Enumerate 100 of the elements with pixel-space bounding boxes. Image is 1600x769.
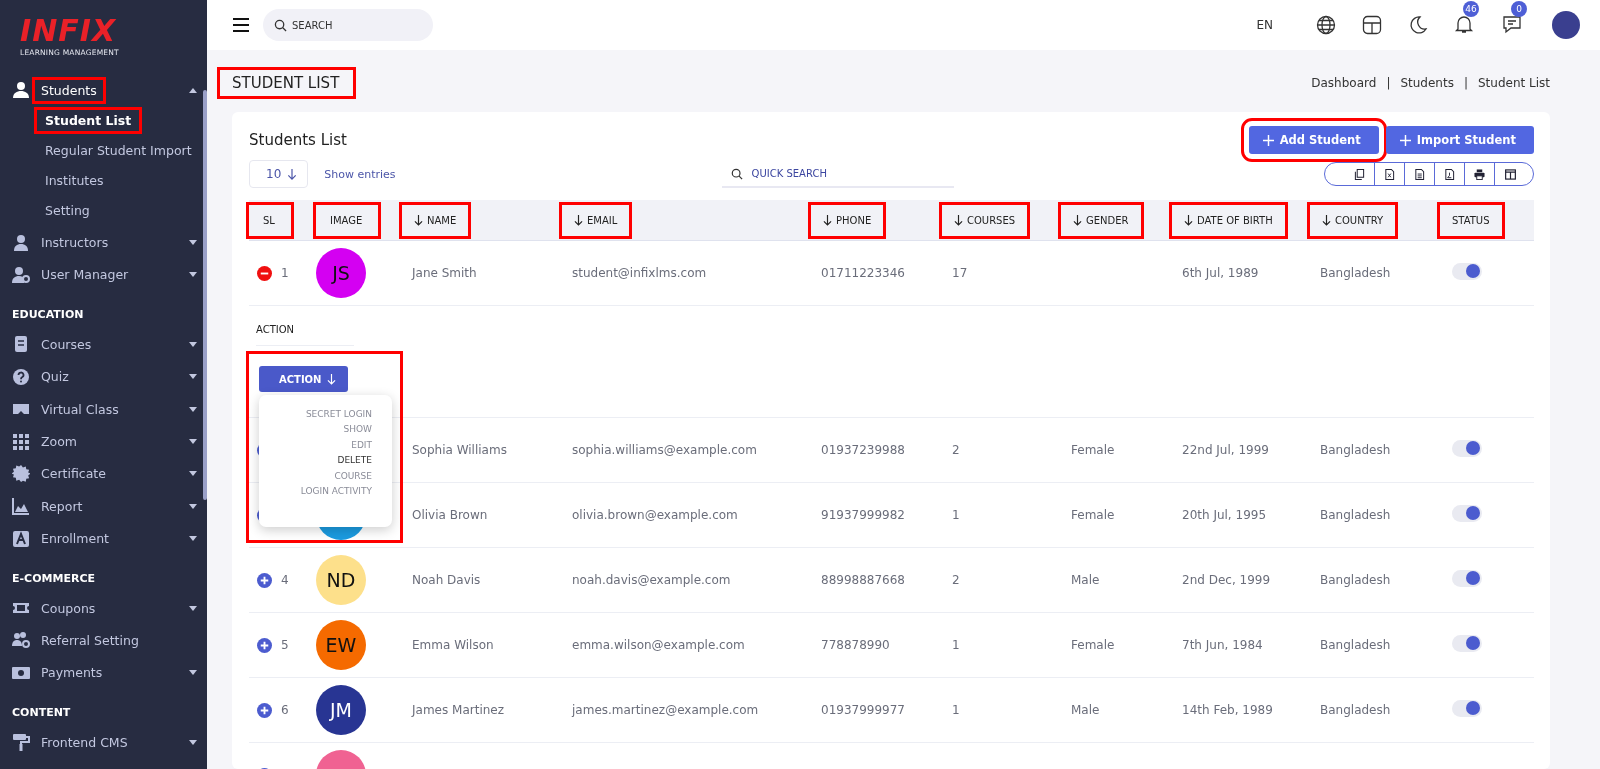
user-avatar[interactable] <box>1552 11 1580 39</box>
table-cell: Bangladesh <box>1320 703 1391 717</box>
arrow-down-icon <box>287 168 298 180</box>
table-cell: noah.davis@example.com <box>572 573 731 587</box>
search-icon <box>274 19 287 32</box>
scrollbar[interactable] <box>203 90 207 500</box>
column-header[interactable]: COUNTRY <box>1310 204 1396 236</box>
menu-item[interactable]: DELETE <box>337 455 372 466</box>
table-cell: Male <box>1071 703 1100 717</box>
sidebar-item[interactable]: Students <box>35 79 103 101</box>
breadcrumb-separator: | <box>1463 76 1468 90</box>
collapse-icon[interactable] <box>257 265 272 281</box>
table-cell: James Martinez <box>412 703 504 717</box>
sidebar-item[interactable]: User Manager <box>35 264 135 286</box>
submenu-item[interactable]: Setting <box>37 200 98 222</box>
status-toggle[interactable] <box>1452 439 1482 457</box>
sidebar-item[interactable]: Payments <box>35 662 109 684</box>
sidebar-item[interactable]: Frontend CMS <box>35 731 134 753</box>
search-field[interactable]: SEARCH <box>263 9 433 41</box>
table-cell: Noah Davis <box>412 573 481 587</box>
section-heading: CONTENT <box>11 705 72 722</box>
menu-item[interactable]: COURSE <box>334 470 372 481</box>
column-header: STATUS <box>1440 204 1502 236</box>
status-toggle[interactable] <box>1452 569 1482 587</box>
table-cell: 01711223346 <box>821 266 905 280</box>
column-header[interactable]: EMAIL <box>562 204 630 236</box>
column-header: IMAGE <box>316 204 379 236</box>
table-cell: 1 <box>952 703 960 717</box>
breadcrumb-link[interactable]: Students <box>1400 76 1454 90</box>
sidebar-item[interactable]: Zoom <box>35 431 84 453</box>
table-cell: Female <box>1071 638 1115 652</box>
status-toggle[interactable] <box>1452 634 1482 652</box>
moon-icon[interactable] <box>1408 15 1428 35</box>
table-cell: james.martinez@example.com <box>572 703 759 717</box>
status-toggle[interactable] <box>1452 699 1482 717</box>
action-button[interactable]: ACTION <box>259 366 348 392</box>
entries-label: Show entries <box>324 167 396 181</box>
submenu-item[interactable]: Regular Student Import <box>37 140 200 162</box>
user-icon <box>12 81 30 100</box>
chart-icon <box>12 497 30 516</box>
sidebar-item[interactable]: Report <box>35 495 89 517</box>
sidebar-item[interactable]: Coupons <box>35 597 102 619</box>
sort-arrow-icon <box>574 214 583 226</box>
table-cell: 14th Feb, 1989 <box>1182 703 1273 717</box>
expand-icon[interactable] <box>257 637 272 653</box>
sidebar-item[interactable]: Courses <box>35 333 98 355</box>
table-cell: Emma Wilson <box>412 638 494 652</box>
table-cell: Olivia Brown <box>412 508 488 522</box>
paint-roller-icon <box>12 733 30 752</box>
column-header[interactable]: COURSES <box>942 204 1028 236</box>
column-header[interactable]: GENDER <box>1061 204 1141 236</box>
table-cell: Female <box>1071 508 1115 522</box>
table-cell: 88998887668 <box>821 573 905 587</box>
submenu-item[interactable]: Institutes <box>37 170 112 192</box>
table-cell: Bangladesh <box>1320 443 1391 457</box>
chat-icon[interactable] <box>1502 14 1522 34</box>
import-student-button[interactable]: Import Student <box>1385 126 1534 154</box>
status-toggle[interactable] <box>1452 504 1482 522</box>
table-cell: 2 <box>952 443 960 457</box>
bell-icon[interactable] <box>1454 14 1474 34</box>
sidebar-item[interactable]: Virtual Class <box>35 398 125 420</box>
expand-icon[interactable] <box>257 572 272 588</box>
search-icon <box>730 168 743 180</box>
avatar: JM <box>316 685 366 735</box>
section-heading: EDUCATION <box>11 307 85 324</box>
table-cell: Male <box>1071 573 1100 587</box>
breadcrumb-link[interactable]: Dashboard <box>1311 76 1377 90</box>
layout-icon[interactable] <box>1362 15 1382 35</box>
column-header[interactable]: NAME <box>402 204 469 236</box>
language-selector[interactable]: EN <box>1256 18 1273 32</box>
table-cell: Bangladesh <box>1320 638 1391 652</box>
table-cell: student@infixlms.com <box>572 266 707 280</box>
sidebar-item[interactable]: Certificate <box>35 463 112 485</box>
sort-arrow-icon <box>954 214 963 226</box>
sidebar-item[interactable]: Quiz <box>35 366 75 388</box>
sort-arrow-icon <box>1184 214 1193 226</box>
field-label: ACTION <box>256 324 354 346</box>
breadcrumb-link[interactable]: Student List <box>1477 76 1550 90</box>
column-header[interactable]: DATE OF BIRTH <box>1172 204 1285 236</box>
menu-icon[interactable] <box>233 18 249 32</box>
table-cell: Bangladesh <box>1320 266 1391 280</box>
sidebar-item[interactable]: Instructors <box>35 232 115 254</box>
menu-item[interactable]: EDIT <box>351 439 372 450</box>
table-cell: sophia.williams@example.com <box>572 443 757 457</box>
globe-icon[interactable] <box>1316 15 1336 35</box>
table-cell: emma.wilson@example.com <box>572 638 745 652</box>
table-cell: Jane Smith <box>412 266 477 280</box>
submenu-item[interactable]: Student List <box>37 110 140 132</box>
status-toggle[interactable] <box>1452 262 1482 280</box>
column-header: SL <box>249 204 291 236</box>
table-cell: 17 <box>952 266 968 280</box>
breadcrumb-separator: | <box>1386 76 1391 90</box>
menu-item[interactable]: SECRET LOGIN <box>305 409 372 419</box>
menu-item[interactable]: SHOW <box>343 424 372 435</box>
column-header[interactable]: PHONE <box>811 204 884 236</box>
expand-icon[interactable] <box>257 702 272 718</box>
sidebar-item[interactable]: Enrollment <box>35 528 115 550</box>
sidebar-item[interactable]: Referral Setting <box>35 630 145 651</box>
page-size-select[interactable]: 10 <box>249 160 309 188</box>
menu-item[interactable]: LOGIN ACTIVITY <box>300 485 372 496</box>
